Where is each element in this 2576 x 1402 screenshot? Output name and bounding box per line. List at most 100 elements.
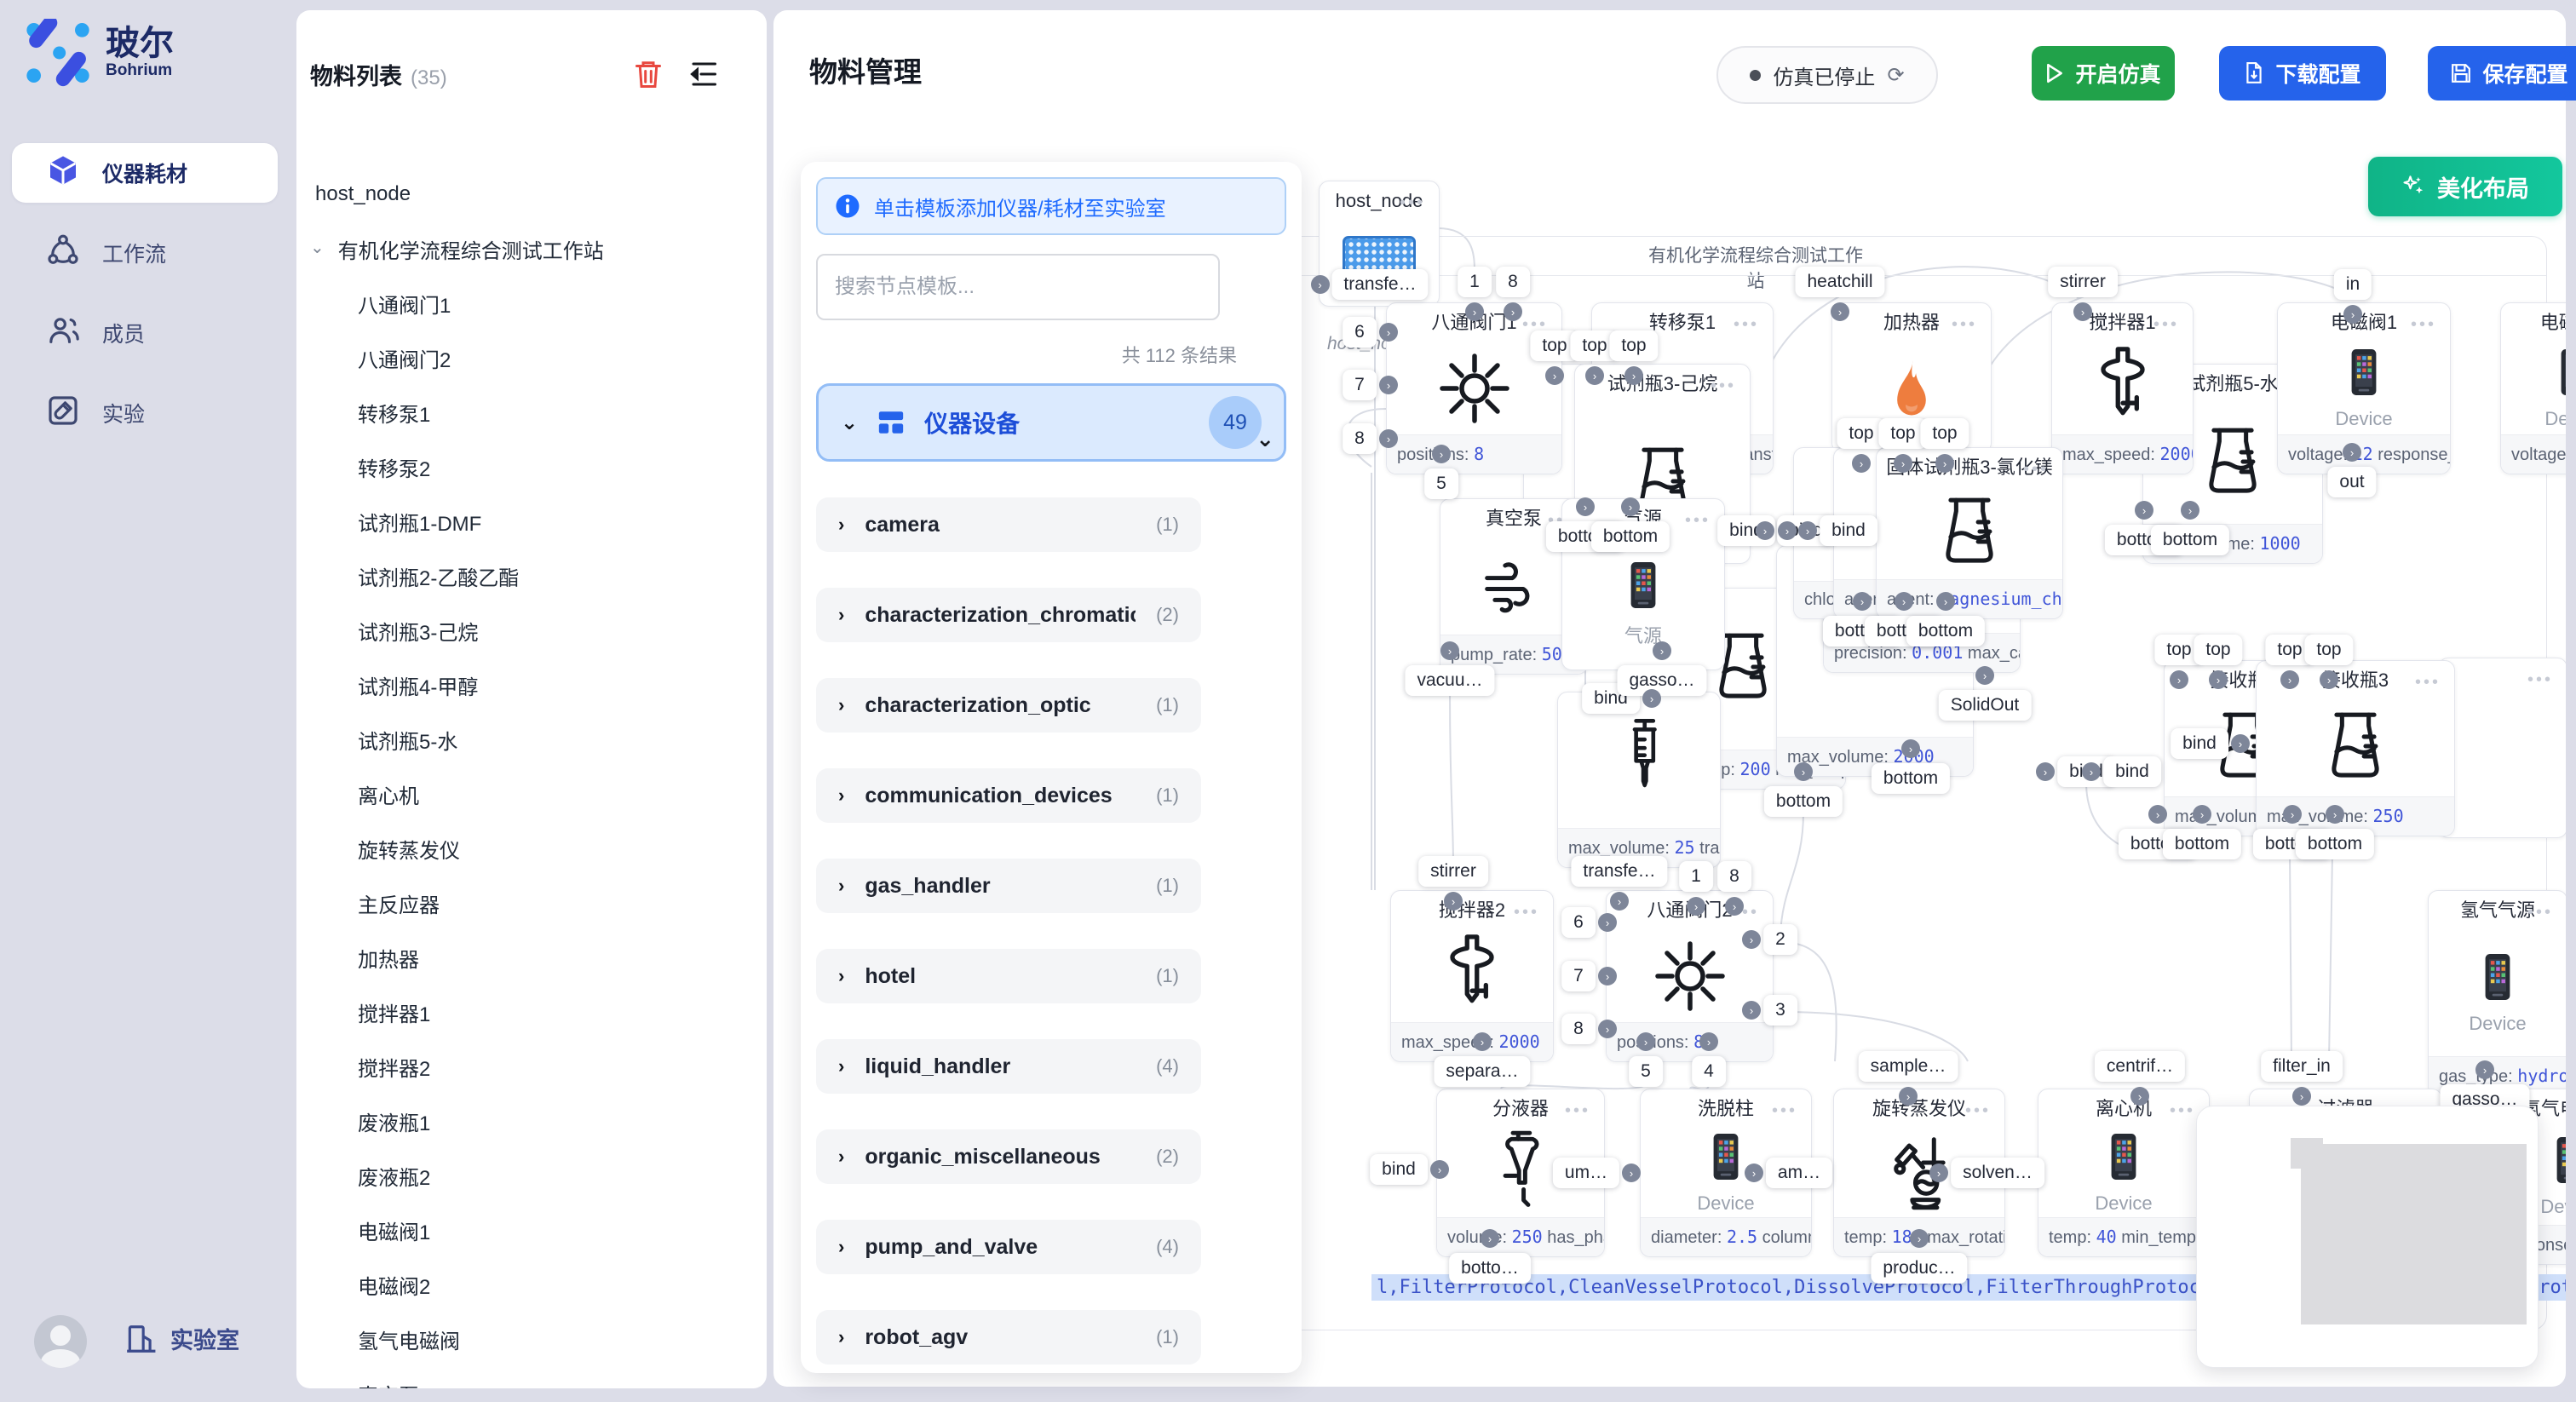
tree-item[interactable]: 八通阀门2 [296,330,763,385]
tree-item[interactable]: 电磁阀2 [296,1257,763,1312]
port-dot[interactable]: › [2292,1087,2311,1106]
port-dot[interactable]: › [1894,454,1912,473]
canvas-node-离心机[interactable]: •••离心机Devicetemp: 40 min_temp: 4 max_spe [2038,1089,2210,1257]
template-group-gas_handler[interactable]: ›gas_handler(1) [816,859,1201,913]
port-dot[interactable]: › [2475,1060,2494,1079]
port-dot[interactable]: › [2231,734,2250,753]
node-menu-icon[interactable]: ••• [1711,376,1736,396]
port-dot[interactable]: › [1504,302,1522,321]
port-dot[interactable]: › [2170,670,2188,689]
tree-item[interactable]: 氢气电磁阀 [296,1312,763,1366]
sidebar-item-members[interactable]: 成员 [12,303,278,363]
port-dot[interactable]: › [2326,805,2344,824]
canvas-node[interactable]: ••• [2438,658,2566,838]
port-dot[interactable]: › [1794,762,1813,781]
port-dot[interactable]: › [1742,1001,1761,1020]
tree-item[interactable]: 电磁阀1 [296,1203,763,1257]
tree-item[interactable]: 试剂瓶1-DMF [296,494,763,549]
tree-item[interactable]: 试剂瓶4-甲醇 [296,658,763,712]
template-group-hotel[interactable]: ›hotel(1) [816,949,1201,1003]
template-group-camera[interactable]: ›camera(1) [816,497,1201,552]
canvas-node-电磁阀1[interactable]: •••电磁阀1Devicevoltage: 12 response_time: … [2277,302,2451,474]
port-dot[interactable]: › [1311,275,1330,294]
port-dot[interactable]: › [1642,689,1661,708]
tree-item[interactable]: 废液瓶1 [296,1094,763,1148]
port-dot[interactable]: › [1430,1160,1449,1179]
sidebar-item-workflow[interactable]: 工作流 [12,223,278,283]
minimap[interactable] [2196,1106,2539,1368]
app-logo[interactable]: 玻尔 Bohrium [24,19,174,87]
chevron-down-icon[interactable]: ⌄ [1256,426,1274,452]
node-menu-icon[interactable]: ••• [1514,903,1539,922]
port-dot[interactable]: › [1901,739,1920,758]
port-dot[interactable]: › [2209,670,2228,689]
node-menu-icon[interactable]: ••• [1565,1101,1590,1121]
port-dot[interactable]: › [1831,302,1849,321]
tree-item[interactable]: 主反应器 [296,876,763,930]
port-dot[interactable]: › [2280,670,2299,689]
node-menu-icon[interactable]: ••• [1734,315,1759,335]
tree-item[interactable]: 搅拌器1 [296,985,763,1039]
port-dot[interactable]: › [2073,302,2092,321]
node-menu-icon[interactable]: ••• [2411,315,2436,335]
node-menu-icon[interactable]: ••• [2527,903,2553,922]
port-dot[interactable]: › [1895,592,1913,611]
category-instrument-equipment[interactable]: ⌄ 仪器设备 49 [816,383,1286,462]
port-dot[interactable]: › [1598,967,1617,985]
tree-item[interactable]: 废液瓶2 [296,1148,763,1203]
port-dot[interactable]: › [2135,501,2153,520]
port-dot[interactable]: › [1798,521,1817,540]
template-group-robot_agv[interactable]: ›robot_agv(1) [816,1310,1201,1365]
port-dot[interactable]: › [2343,443,2361,462]
tree-item[interactable]: 转移泵2 [296,440,763,494]
tree-item[interactable]: 试剂瓶2-乙酸乙酯 [296,549,763,603]
port-dot[interactable]: › [2181,501,2199,520]
canvas-node-搅拌器2[interactable]: •••搅拌器2max_speed: 2000 [1390,890,1554,1062]
node-menu-icon[interactable]: ••• [2415,673,2441,692]
canvas-node-电磁阀2[interactable]: •••电磁阀2Devicevoltage: 12 [2500,302,2566,474]
tree-item[interactable]: 转移泵1 [296,385,763,440]
port-dot[interactable]: › [2036,762,2055,781]
port-dot[interactable]: › [1852,454,1871,473]
tree-item-host-node[interactable]: host_node [296,167,763,221]
port-dot[interactable]: › [1610,892,1629,911]
search-input[interactable] [816,254,1220,320]
port-dot[interactable]: › [1899,1087,1918,1106]
collapse-list-icon[interactable] [688,60,719,89]
tree-item[interactable]: 搅拌器2 [296,1039,763,1094]
node-menu-icon[interactable]: ••• [1400,193,1425,213]
node-menu-icon[interactable]: ••• [1965,1101,1991,1121]
port-dot[interactable]: › [1598,913,1617,932]
port-dot[interactable]: › [1853,592,1872,611]
port-dot[interactable]: › [1576,497,1595,516]
tree-item[interactable]: 旋转蒸发仪 [296,821,763,876]
port-dot[interactable]: › [1379,376,1398,394]
chevron-down-icon[interactable]: ⌄ [310,237,325,258]
port-dot[interactable]: › [1742,930,1761,949]
sidebar-item-lab[interactable]: 实验室 [124,1322,239,1355]
port-dot[interactable]: › [1432,445,1451,463]
port-dot[interactable]: › [1725,897,1744,916]
port-dot[interactable]: › [1622,1164,1641,1182]
port-dot[interactable]: › [1687,897,1705,916]
node-menu-icon[interactable]: ••• [2023,460,2049,480]
port-dot[interactable]: › [2343,305,2362,324]
port-dot[interactable]: › [1910,1229,1929,1248]
port-dot[interactable]: › [2193,805,2211,824]
tree-item[interactable]: 八通阀门1 [296,276,763,330]
canvas-node-氢气气源[interactable]: •••氢气气源Devicegas_type: hydrogen max_pre [2428,890,2566,1096]
tree-item[interactable]: 离心机 [296,767,763,821]
port-dot[interactable]: › [1756,521,1774,540]
template-group-organic_miscellaneous[interactable]: ›organic_miscellaneous(2) [816,1129,1201,1184]
tree-item[interactable]: 试剂瓶3-己烷 [296,603,763,658]
canvas-node-八通阀门2[interactable]: •••八通阀门2positions: 8 [1606,890,1774,1062]
node-menu-icon[interactable]: ••• [2170,1101,2195,1121]
port-dot[interactable]: › [2283,805,2302,824]
port-dot[interactable]: › [1935,454,1954,473]
sidebar-item-experiment[interactable]: 实验 [12,383,278,443]
port-dot[interactable]: › [1440,641,1459,660]
node-menu-icon[interactable]: ••• [2527,670,2553,690]
tree-item[interactable]: 真空泵 [296,1366,763,1388]
canvas-node-八通阀门1[interactable]: •••八通阀门1positions: 8 [1386,302,1562,474]
port-dot[interactable]: › [1585,366,1604,385]
